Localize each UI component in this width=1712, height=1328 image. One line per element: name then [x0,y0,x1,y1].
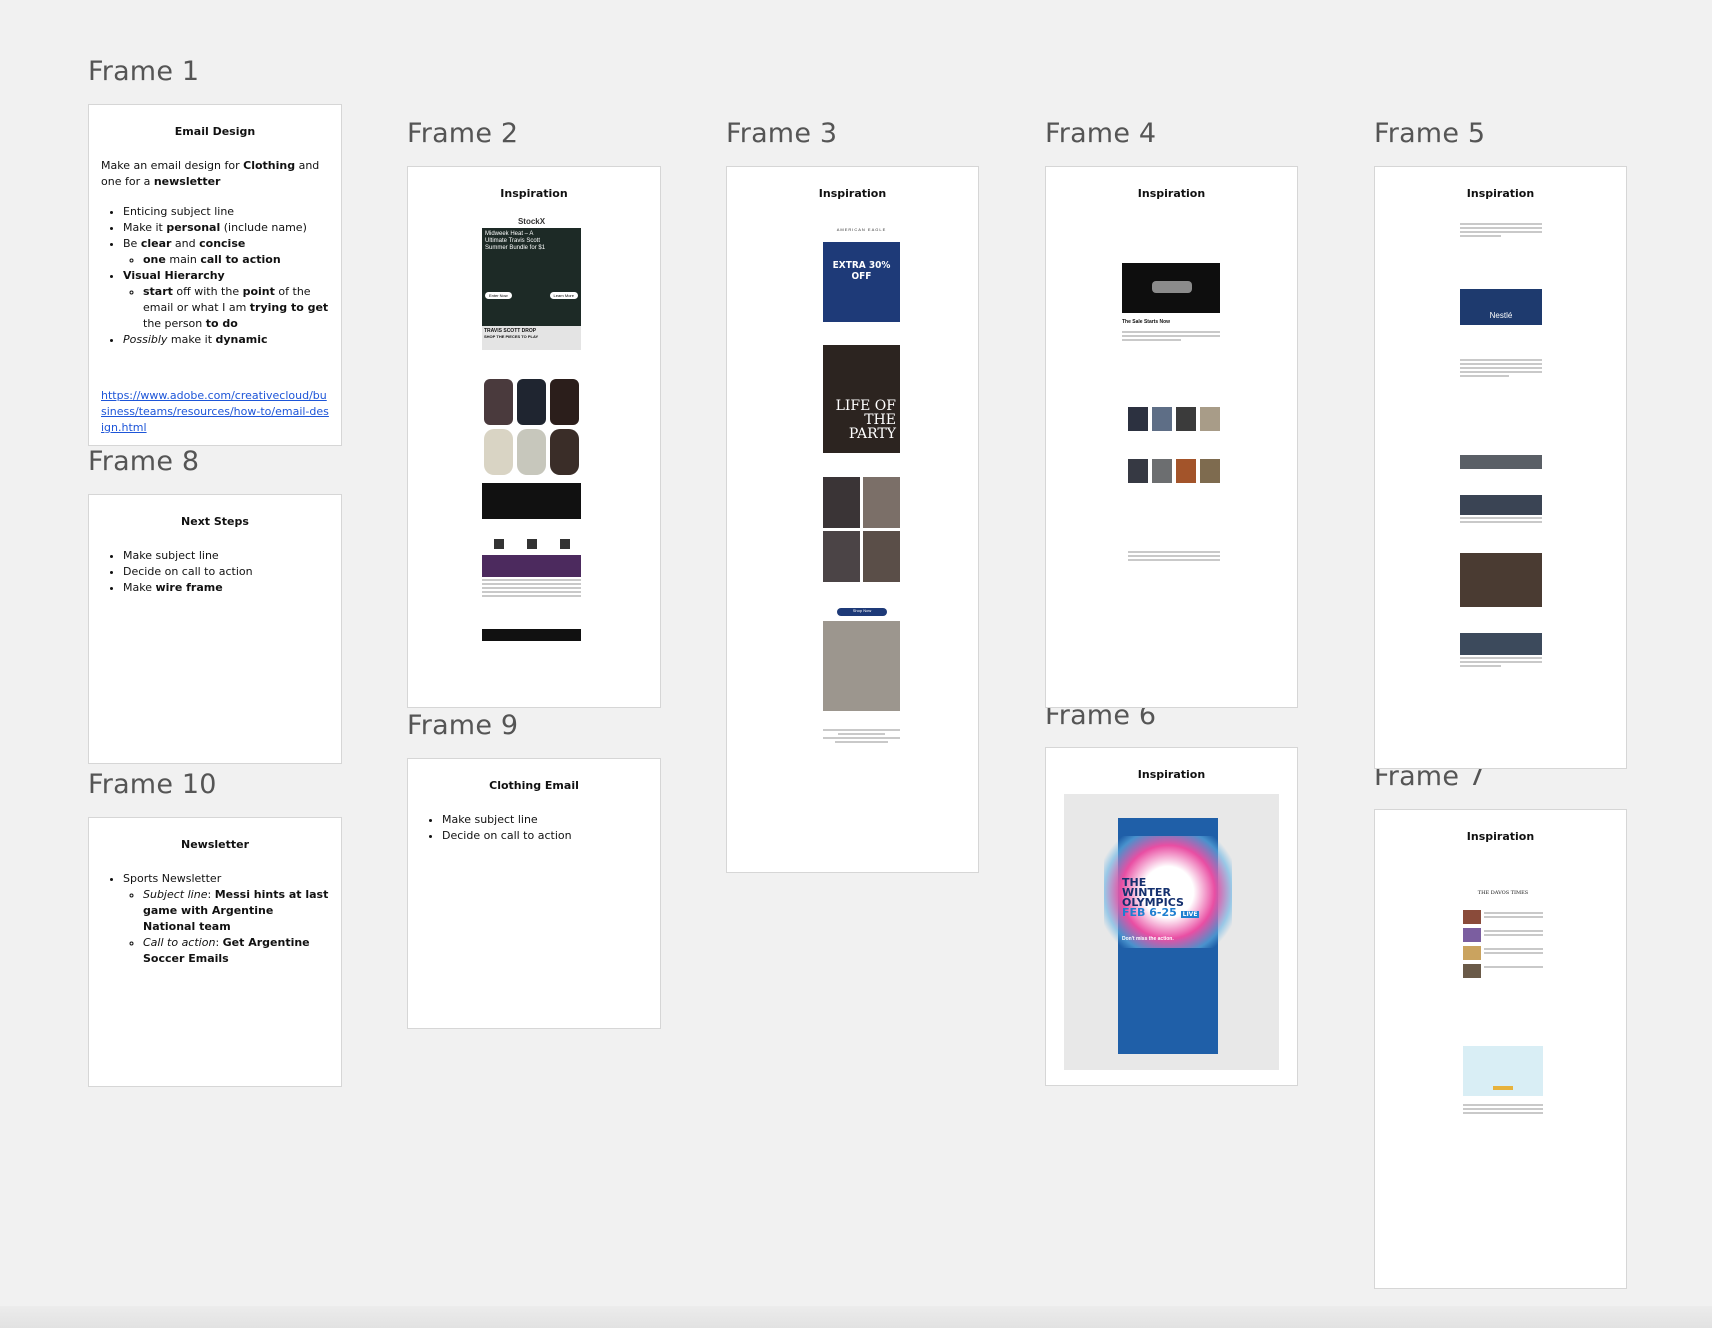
frame-title: Inspiration [1466,187,1535,200]
sale-banner: EXTRA 30% OFF [823,242,900,322]
product-row-1 [1128,407,1220,431]
frame-title: Clothing Email [489,779,579,792]
frame-5[interactable]: Inspiration Nestlé [1374,166,1627,769]
note-body: Sports Newsletter Subject line: Messi hi… [89,871,341,967]
bottom-bar [0,1306,1712,1328]
list-item: Be clear and concise one main call to ac… [123,236,329,268]
product-row-2 [1128,459,1220,483]
linkedin-post-2 [1460,357,1542,469]
frame-7[interactable]: Inspiration THE DAVOS TIMES [1374,809,1627,1289]
linkedin-post-1: Nestlé [1460,221,1542,325]
frame-3[interactable]: Inspiration AMERICAN EAGLE EXTRA 30% OFF… [726,166,979,873]
list-item: Make subject line [442,812,648,828]
note-body: Make an email design for Clothing and on… [89,158,341,436]
frame-5-label[interactable]: Frame 5 [1374,118,1485,149]
reference-link[interactable]: https://www.adobe.com/creativecloud/busi… [101,388,329,436]
stockx-email-hero: StockX Midweek Heat – A Ultimate Travis … [482,217,581,355]
support-box [1463,1046,1543,1096]
list-item: Sports Newsletter Subject line: Messi hi… [123,871,329,967]
news-list [1463,910,1543,998]
enter-now-button[interactable]: Enter Now [485,292,512,299]
frame-8[interactable]: Next Steps Make subject line Decide on c… [88,494,342,764]
frame-title: Inspiration [1137,187,1206,200]
frame-2-label[interactable]: Frame 2 [407,118,518,149]
olympics-email: THE WINTER OLYMPICS FEB 6-25 LIVE Don't mi… [1064,794,1279,1070]
sale-headline: The Sale Starts Now [1122,319,1171,325]
tees-banner [823,621,900,711]
frame-4[interactable]: Inspiration The Sale Starts Now [1045,166,1298,708]
frame-title: Inspiration [500,187,568,200]
list-item: Decide on call to action [123,564,329,580]
list-item: Make it personal (include name) [123,220,329,236]
frame-title: Inspiration [1466,830,1535,843]
photo-grid [823,477,900,582]
linkedin-post-4 [1460,633,1542,705]
frame-title: Email Design [174,125,256,138]
frame-title: Next Steps [181,515,249,528]
body-text [1122,329,1220,353]
frame-title: Inspiration [1137,768,1206,781]
frame-10-label[interactable]: Frame 10 [88,769,217,800]
party-hero: LIFE OF THE PARTY [823,345,900,453]
frame-title: Newsletter [180,838,249,851]
linkedin-post-3 [1460,495,1542,607]
frame-4-label[interactable]: Frame 4 [1045,118,1156,149]
frame-title: Inspiration [818,187,887,200]
frame-1-label[interactable]: Frame 1 [88,56,199,87]
shop-now-button[interactable]: Shop Now [837,608,887,616]
list-item: Possibly make it dynamic [123,332,329,348]
note-body: Make subject line Decide on call to acti… [408,812,660,844]
list-item: Enticing subject line [123,204,329,220]
frame-3-label[interactable]: Frame 3 [726,118,837,149]
list-item: Decide on call to action [442,828,648,844]
note-body: Make subject line Decide on call to acti… [89,548,341,596]
frame-1[interactable]: Email Design Make an email design for Cl… [88,104,342,446]
frame-9-label[interactable]: Frame 9 [407,710,518,741]
frame-10[interactable]: Newsletter Sports Newsletter Subject lin… [88,817,342,1087]
learn-more-button[interactable]: Learn More [549,292,578,299]
sale-hero-image [1122,263,1220,313]
order-summary [1128,549,1220,579]
list-item: Make subject line [123,548,329,564]
brand-header: AMERICAN EAGLE [836,227,887,232]
footer-text [1463,1102,1543,1132]
frame-9[interactable]: Clothing Email Make subject line Decide … [407,758,661,1029]
list-item: Visual Hierarchy start off with the poin… [123,268,329,332]
app-promo-block [482,537,581,645]
frame-8-label[interactable]: Frame 8 [88,446,199,477]
newspaper-masthead: THE DAVOS TIMES [1477,890,1529,896]
list-item: Make wire frame [123,580,329,596]
footer-links [823,727,900,847]
product-grid [482,377,581,477]
frame-6[interactable]: Inspiration THE WINTER OLYMPICS FEB 6-25 L… [1045,747,1298,1086]
dark-table-block [482,483,581,519]
frame-2[interactable]: Inspiration StockX Midweek Heat – A Ulti… [407,166,661,708]
